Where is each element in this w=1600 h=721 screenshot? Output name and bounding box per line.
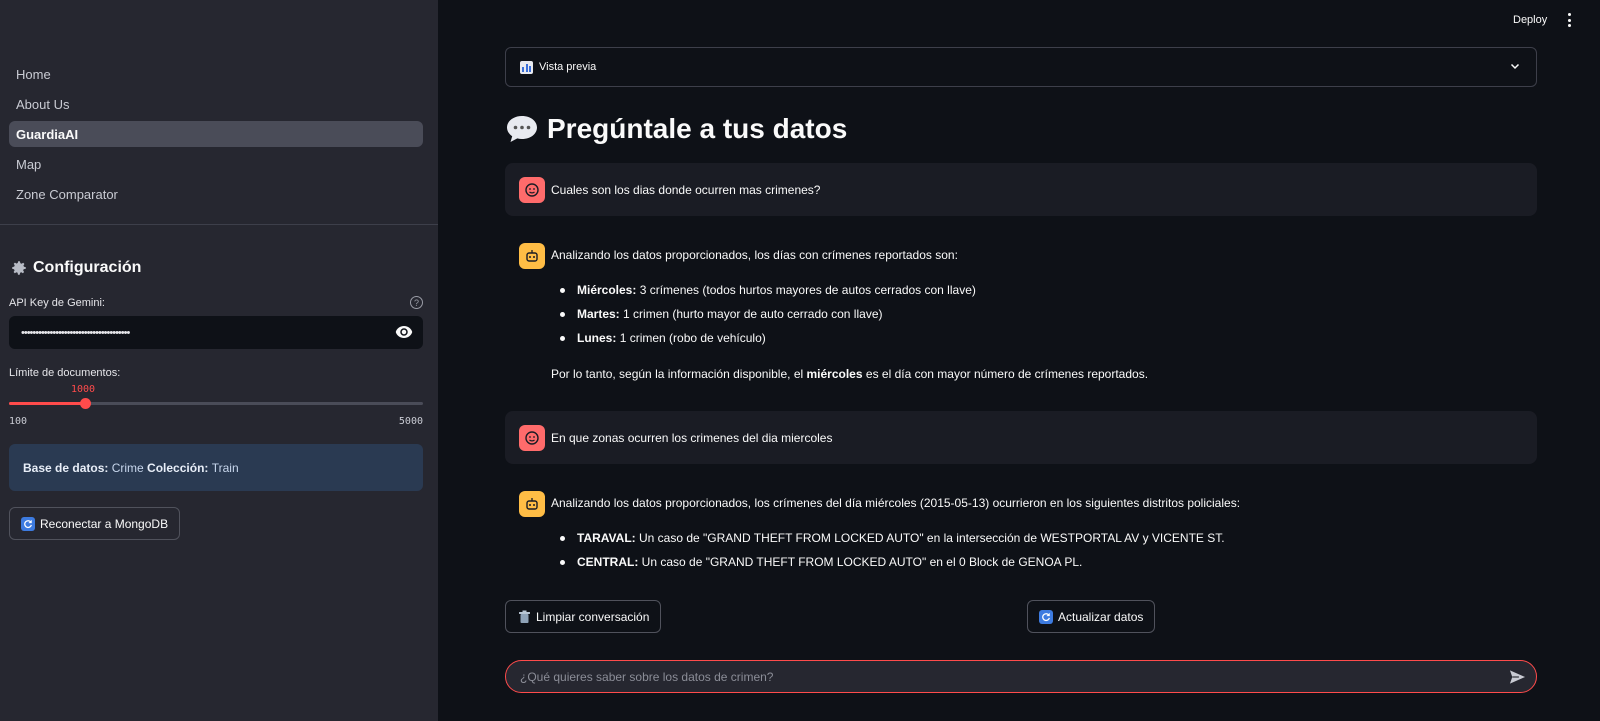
chat-input-placeholder: ¿Qué quieres saber sobre los datos de cr…: [520, 669, 774, 684]
list-item-text: 1 crimen (robo de vehículo): [619, 331, 766, 345]
eye-icon[interactable]: [395, 325, 413, 339]
config-title-text: Configuración: [33, 259, 142, 276]
user-avatar-icon: [519, 177, 545, 203]
app: Home About Us GuardiaAI Map Zone Compara…: [0, 0, 1600, 721]
list-item-text: Un caso de "GRAND THEFT FROM LOCKED AUTO…: [641, 555, 1083, 569]
bot-message-1-intro: Analizando los datos proporcionados, los…: [551, 248, 958, 262]
help-icon[interactable]: ?: [410, 296, 423, 309]
reconnect-label: Reconectar a MongoDB: [40, 516, 169, 531]
list-item-text: 3 crímenes (todos hurtos mayores de auto…: [639, 283, 976, 297]
sidebar-item-home[interactable]: Home: [9, 61, 423, 87]
page-title: Pregúntale a tus datos: [505, 113, 847, 145]
slider-thumb[interactable]: [80, 398, 92, 409]
clear-conversation-label: Limpiar conversación: [536, 609, 650, 624]
refresh-data-button[interactable]: Actualizar datos: [1027, 600, 1156, 633]
list-item: CENTRAL: Un caso de "GRAND THEFT FROM LO…: [560, 550, 1225, 574]
limit-label: Límite de documentos:: [9, 367, 121, 379]
gear-icon: [9, 258, 29, 278]
slider-fill: [9, 402, 86, 405]
sidebar-item-about-us[interactable]: About Us: [9, 91, 423, 117]
page-title-text: Pregúntale a tus datos: [547, 113, 848, 144]
list-item-bold: Miércoles:: [577, 283, 637, 297]
list-item: Lunes: 1 crimen (robo de vehículo): [560, 326, 976, 350]
refresh-icon: [21, 516, 35, 531]
send-icon[interactable]: [1509, 669, 1526, 685]
conclusion-bold: miércoles: [806, 367, 863, 381]
list-item-text: 1 crimen (hurto mayor de auto cerrado co…: [623, 307, 883, 321]
trash-icon: [517, 610, 531, 624]
sidebar-divider: [0, 224, 438, 225]
list-item-text: Un caso de "GRAND THEFT FROM LOCKED AUTO…: [639, 531, 1225, 545]
bot-message-2-list: TARAVAL: Un caso de "GRAND THEFT FROM LO…: [560, 526, 1225, 574]
expander-label: Vista previa: [539, 61, 597, 73]
sidebar-item-map[interactable]: Map: [9, 151, 423, 177]
slider-max-label: 5000: [398, 416, 423, 427]
preview-expander[interactable]: Vista previa: [505, 47, 1537, 87]
slider-min-label: 100: [9, 416, 28, 427]
speech-bubble-icon: [507, 116, 537, 142]
db-value: Crime: [111, 460, 144, 475]
conclusion-pre: Por lo tanto, según la información dispo…: [551, 367, 804, 381]
bot-avatar-icon: [519, 243, 545, 269]
user-message-2-text: En que zonas ocurren los crimenes del di…: [551, 431, 833, 445]
user-message-1-text: Cuales son los dias donde ocurren mas cr…: [551, 183, 821, 197]
bot-message-1-conclusion: Por lo tanto, según la información dispo…: [551, 367, 1148, 381]
refresh-data-label: Actualizar datos: [1058, 609, 1144, 624]
sidebar-nav: Home About Us GuardiaAI Map Zone Compara…: [9, 61, 423, 211]
slider-value: 1000: [71, 384, 96, 395]
chat-input[interactable]: ¿Qué quieres saber sobre los datos de cr…: [505, 660, 1537, 693]
list-item: TARAVAL: Un caso de "GRAND THEFT FROM LO…: [560, 526, 1225, 550]
deploy-button[interactable]: Deploy: [1513, 14, 1547, 26]
collection-label: Colección:: [147, 460, 209, 475]
user-avatar-icon: [519, 425, 545, 451]
api-key-label: API Key de Gemini:: [9, 297, 105, 309]
refresh-icon: [1039, 609, 1053, 624]
list-item: Miércoles: 3 crímenes (todos hurtos mayo…: [560, 278, 976, 302]
sidebar: Home About Us GuardiaAI Map Zone Compara…: [0, 0, 438, 721]
config-heading: Configuración: [9, 258, 141, 278]
conclusion-post: es el día con mayor número de crímenes r…: [865, 367, 1149, 381]
sidebar-item-zone-comparator[interactable]: Zone Comparator: [9, 181, 423, 207]
list-item-bold: Martes:: [577, 307, 620, 321]
collection-value: Train: [211, 460, 239, 475]
clear-conversation-button[interactable]: Limpiar conversación: [505, 600, 662, 633]
sidebar-item-guardiaai[interactable]: GuardiaAI: [9, 121, 423, 147]
chevron-down-icon: [1510, 63, 1520, 70]
db-label: Base de datos:: [23, 460, 109, 475]
api-key-input[interactable]: ••••••••••••••••••••••••••••••••••••••: [9, 316, 423, 349]
kebab-menu-icon[interactable]: [1566, 13, 1572, 27]
list-item-bold: CENTRAL:: [577, 555, 639, 569]
reconnect-button[interactable]: Reconectar a MongoDB: [9, 507, 181, 540]
bot-message-2-intro: Analizando los datos proporcionados, los…: [551, 496, 1241, 510]
db-info-box: Base de datos: Crime Colección: Train: [9, 444, 423, 491]
api-key-value: ••••••••••••••••••••••••••••••••••••••: [21, 326, 130, 339]
chart-icon: [520, 60, 533, 74]
bot-message-1-list: Miércoles: 3 crímenes (todos hurtos mayo…: [560, 278, 976, 350]
bot-avatar-icon: [519, 491, 545, 517]
list-item-bold: TARAVAL:: [577, 531, 636, 545]
list-item: Martes: 1 crimen (hurto mayor de auto ce…: [560, 302, 976, 326]
list-item-bold: Lunes:: [577, 331, 617, 345]
document-limit-slider[interactable]: [9, 398, 423, 409]
